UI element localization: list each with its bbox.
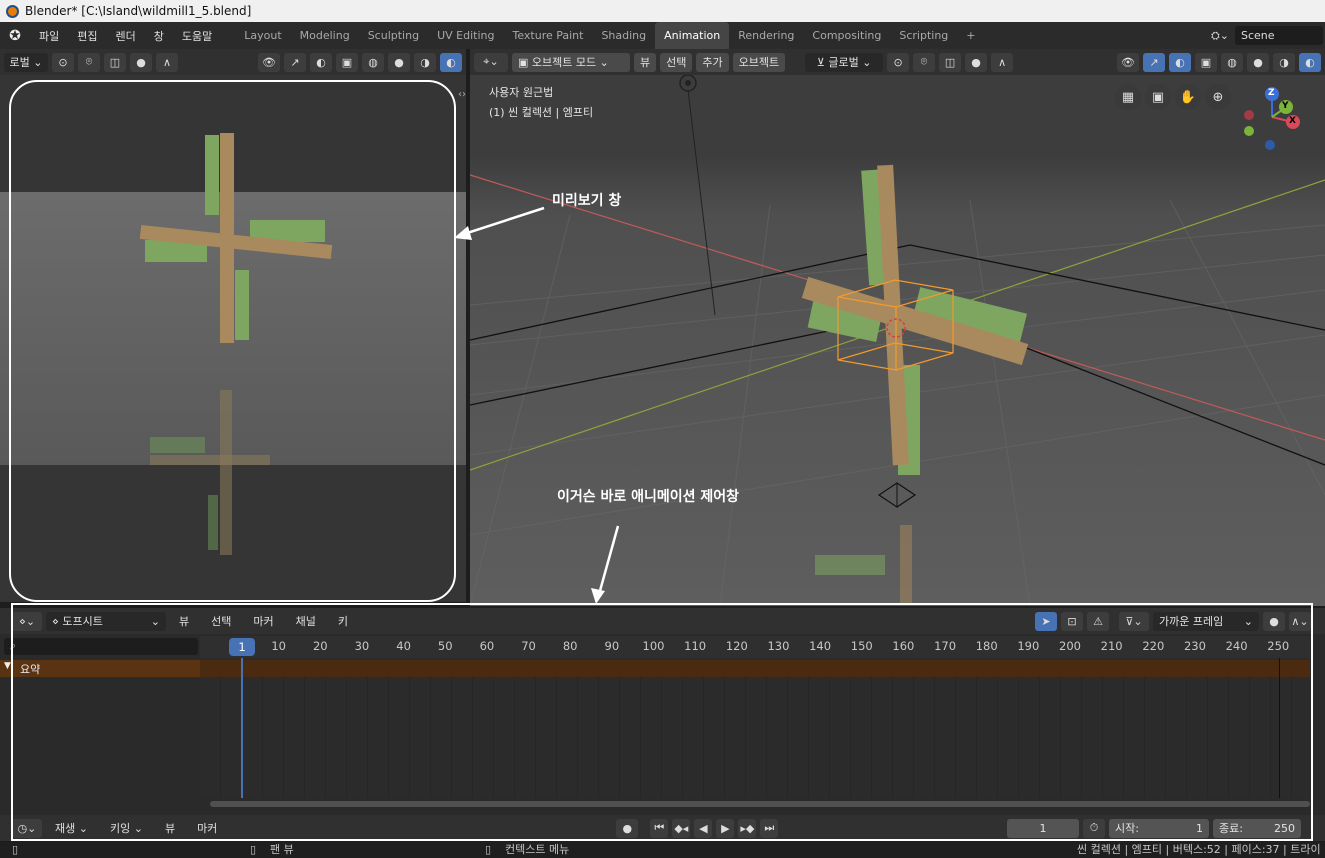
shading-rendered-icon[interactable]: ◐	[440, 52, 462, 72]
shading-solid-icon[interactable]: ●	[388, 52, 410, 72]
timeline-highlight-box	[11, 603, 1313, 841]
preview-arrow-icon	[454, 206, 545, 240]
vp-overlay-icon[interactable]: ◐	[1169, 52, 1191, 72]
vp-pivot-icon[interactable]: ⊙	[887, 52, 910, 72]
viewport-menu-select[interactable]: 선택	[660, 52, 693, 72]
tab-compositing[interactable]: Compositing	[803, 22, 890, 49]
gizmo-x-label: X	[1289, 116, 1296, 126]
overlay-icon[interactable]: ◐	[310, 52, 332, 72]
tab-shading[interactable]: Shading	[592, 22, 655, 49]
vp-falloff-icon[interactable]: ∧	[991, 52, 1014, 72]
menu-window[interactable]: 창	[145, 28, 173, 44]
vp-gizmo-icon[interactable]: ↗	[1143, 52, 1165, 72]
vp-proportional-icon[interactable]: ●	[965, 52, 988, 72]
mouse-right-icon: ▯	[485, 843, 492, 856]
blender-menu-icon[interactable]: ✪	[0, 28, 30, 44]
vp-shading-wire-icon[interactable]: ◍	[1221, 52, 1243, 72]
visibility-icon[interactable]: 👁	[258, 52, 280, 72]
tab-rendering[interactable]: Rendering	[729, 22, 803, 49]
viewport-menu-object[interactable]: 오브젝트	[732, 52, 786, 72]
viewport-menu-add[interactable]: 추가	[696, 52, 729, 72]
pivot-icon[interactable]: ⊙	[52, 52, 74, 72]
gizmo-icon[interactable]: ↗	[284, 52, 306, 72]
viewport-header: ⌖⌄ ▣ 오브젝트 모드 ⌄ 뷰 선택 추가 오브젝트 ⊻ 글로벌 ⌄ ⊙ ⌾ …	[470, 49, 1325, 75]
pan-hand-icon[interactable]: ✋	[1175, 84, 1201, 110]
vp-visibility-icon[interactable]: 👁	[1117, 52, 1139, 72]
status-bar: ▯ ▯ 팬 뷰 ▯ 컨텍스트 메뉴 씬 컬렉션 | 엠프티 | 버텍스:52 |…	[0, 842, 1325, 858]
vp-shading-rendered-icon[interactable]: ◐	[1299, 52, 1321, 72]
navigation-gizmo[interactable]: Z Y X	[1240, 85, 1320, 165]
mouse-left-icon: ▯	[12, 843, 19, 856]
top-menu-bar: ✪ 파일 편집 렌더 창 도움말 Layout Modeling Sculpti…	[0, 22, 1325, 49]
tab-animation[interactable]: Animation	[655, 22, 730, 49]
camera-preview-view[interactable]: ‹›	[0, 75, 466, 602]
shading-wire-icon[interactable]: ◍	[362, 52, 384, 72]
orientation-icon: ⊻	[816, 55, 829, 69]
vp-snap-target-icon[interactable]: ◫	[939, 52, 962, 72]
orientation-dropdown[interactable]: 로벌 ⌄	[4, 52, 48, 72]
nav-buttons: ▦ ▣ ✋ ⊕	[1115, 84, 1231, 110]
camera-view-header: 로벌 ⌄ ⊙ ⌾ ◫ ● ∧ 👁 ↗ ◐ ▣ ◍ ● ◑ ◐	[0, 49, 466, 75]
menu-render[interactable]: 렌더	[107, 28, 145, 44]
mode-dropdown[interactable]: ▣ 오브젝트 모드 ⌄	[512, 52, 630, 72]
vp-shading-material-icon[interactable]: ◑	[1273, 52, 1295, 72]
snap-target-icon[interactable]: ◫	[104, 52, 126, 72]
tab-layout[interactable]: Layout	[235, 22, 290, 49]
transform-label: 글로벌	[828, 56, 859, 69]
menu-file[interactable]: 파일	[30, 28, 68, 44]
zoom-icon[interactable]: ⊕	[1205, 84, 1231, 110]
transform-orientation-dropdown[interactable]: ⊻ 글로벌 ⌄	[805, 52, 884, 72]
view-perspective-label: 사용자 원근법	[489, 86, 554, 99]
shading-material-icon[interactable]: ◑	[414, 52, 436, 72]
status-pan-label: 팬 뷰	[270, 843, 294, 856]
scene-selector-icon[interactable]: ⛭⌄	[1205, 29, 1235, 43]
mode-icon: ▣	[518, 55, 532, 69]
tab-uv-editing[interactable]: UV Editing	[428, 22, 503, 49]
tab-modeling[interactable]: Modeling	[291, 22, 359, 49]
vp-shading-solid-icon[interactable]: ●	[1247, 52, 1269, 72]
blender-logo-icon	[6, 4, 19, 18]
expand-triangle-icon[interactable]: ▼	[4, 661, 11, 671]
timeline-arrow-icon	[591, 525, 620, 604]
gizmo-y-label: Y	[1282, 101, 1289, 111]
tab-texture-paint[interactable]: Texture Paint	[503, 22, 592, 49]
vp-snap-icon[interactable]: ⌾	[913, 52, 936, 72]
title-bar: Blender* [C:\Island\wildmill1_5.blend]	[0, 0, 1325, 22]
xray-icon[interactable]: ▣	[336, 52, 358, 72]
menu-help[interactable]: 도움말	[173, 28, 221, 44]
proportional-icon[interactable]: ●	[130, 52, 152, 72]
window-title: Blender* [C:\Island\wildmill1_5.blend]	[25, 4, 252, 18]
tab-sculpting[interactable]: Sculpting	[359, 22, 428, 49]
view-collection-label: (1) 씬 컬렉션 | 엠프티	[489, 106, 594, 119]
status-context-label: 컨텍스트 메뉴	[505, 843, 570, 856]
snap-icon[interactable]: ⌾	[78, 52, 100, 72]
scene-statistics: 씬 컬렉션 | 엠프티 | 버텍스:52 | 페이스:37 | 트라이	[1077, 843, 1321, 856]
vp-xray-icon[interactable]: ▣	[1195, 52, 1217, 72]
expand-arrows-icon[interactable]: ‹›	[458, 89, 466, 100]
mode-label: 오브젝트 모드	[531, 56, 597, 69]
falloff-icon[interactable]: ∧	[156, 52, 178, 72]
mouse-middle-icon: ▯	[250, 843, 257, 856]
tab-scripting[interactable]: Scripting	[890, 22, 957, 49]
gizmo-z-label: Z	[1268, 88, 1275, 98]
menu-edit[interactable]: 편집	[68, 28, 106, 44]
orientation-label: 로벌	[9, 56, 30, 69]
preview-window-highlight	[9, 80, 456, 602]
ortho-toggle-icon[interactable]: ▦	[1115, 84, 1141, 110]
timeline-annotation: 이거슨 바로 애니메이션 제어창	[557, 489, 740, 505]
scene-name-field[interactable]: Scene	[1235, 26, 1323, 45]
camera-view-icon[interactable]: ▣	[1145, 84, 1171, 110]
editor-type-icon[interactable]: ⌖⌄	[474, 52, 508, 72]
add-workspace-button[interactable]: +	[957, 22, 984, 49]
viewport-menu-view[interactable]: 뷰	[634, 52, 657, 72]
